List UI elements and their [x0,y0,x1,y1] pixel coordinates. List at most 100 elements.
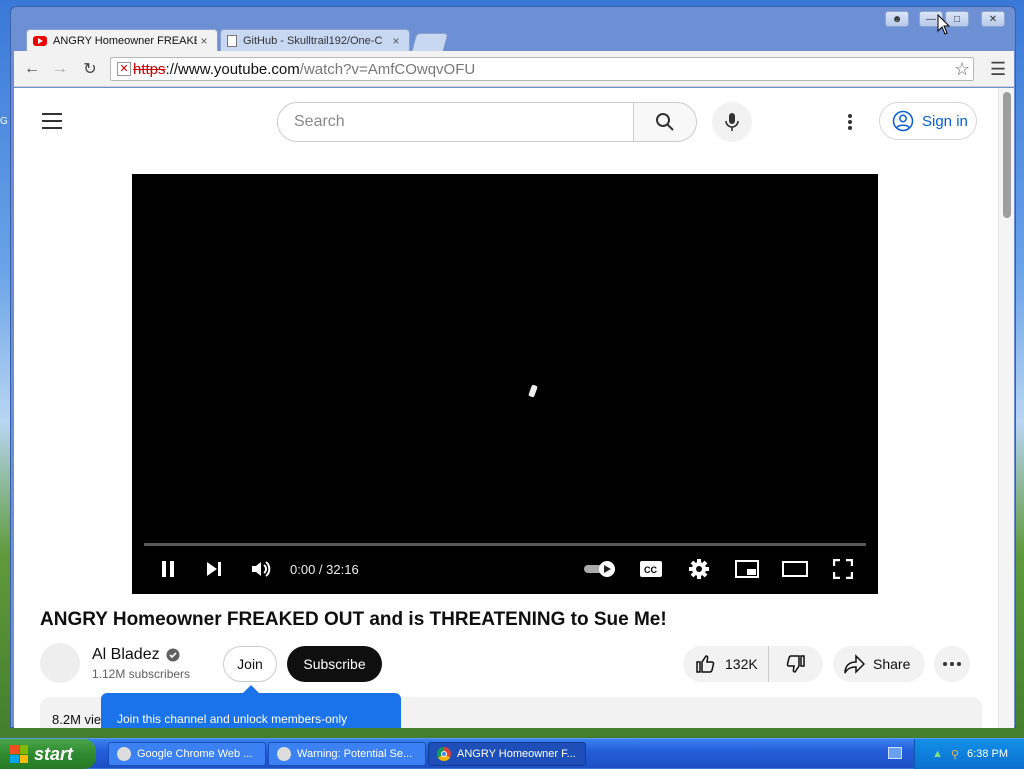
svg-text:CC: CC [644,565,657,575]
browser-toolbar: ← → ↻ ✕ https://www.youtube.com/watch?v=… [14,51,1014,87]
channel-name: Al Bladez [92,646,160,663]
like-button[interactable]: 132K [683,646,769,682]
taskbar-item-label: ANGRY Homeowner F... [457,748,576,760]
app-icon [277,747,291,761]
network-icon[interactable]: ▲ [932,748,943,760]
pause-icon [162,561,174,577]
chrome-icon [437,747,451,761]
pause-button[interactable] [156,556,180,582]
forward-icon[interactable]: → [50,59,70,79]
view-count: 8.2M vie [52,712,102,727]
taskbar-item-youtube[interactable]: ANGRY Homeowner F... [428,742,586,766]
fullscreen-icon [833,559,853,579]
taskbar-item-warning[interactable]: Warning: Potential Se... [268,742,426,766]
youtube-page: Search Sign in 0:00 / 32:16 CC ANGRY Hom… [14,88,998,728]
settings-menu-icon[interactable] [840,110,860,134]
share-button[interactable]: Share [833,646,925,682]
volume-icon [252,561,271,577]
thumbs-up-icon [696,655,715,673]
windows-logo-icon [10,745,28,763]
sign-in-label: Sign in [922,112,968,130]
autoplay-icon [584,561,615,577]
channel-name-row[interactable]: Al Bladez [92,646,180,664]
tab-close-icon[interactable]: × [389,34,403,48]
tab-close-icon[interactable]: × [197,34,211,48]
like-dislike-group: 132K [683,646,823,682]
share-icon [844,654,865,674]
thumbs-down-icon [786,655,805,673]
join-button[interactable]: Join [223,646,277,682]
page-scrollbar[interactable] [998,88,1014,728]
new-tab-button[interactable] [411,33,449,51]
fullscreen-button[interactable] [830,556,856,582]
keyboard-icon[interactable] [888,747,902,759]
search-icon [656,113,674,131]
taskbar-item-label: Warning: Potential Se... [297,748,413,760]
captions-icon: CC [640,561,662,577]
tab-title: GitHub - Skulltrail192/One-C [243,34,383,47]
microphone-icon [725,113,739,131]
captions-button[interactable]: CC [638,556,664,582]
tooltip-text: Join this channel and unlock members-onl… [117,712,348,726]
address-bar[interactable]: ✕ https://www.youtube.com/watch?v=AmfCOw… [110,57,974,81]
browser-menu-icon[interactable]: ☰ [990,59,1006,80]
autoplay-toggle[interactable] [582,556,618,582]
channel-avatar[interactable] [40,643,80,683]
tab-youtube[interactable]: ANGRY Homeowner FREAKED × [26,29,218,51]
close-icon[interactable]: ✕ [981,11,1005,27]
share-label: Share [873,656,911,672]
guide-menu-icon[interactable] [42,113,62,129]
theater-mode-button[interactable] [782,556,808,582]
account-icon [892,110,914,132]
url-scheme: https [133,60,166,78]
scrollbar-thumb[interactable] [1003,92,1011,218]
gear-icon [689,559,709,579]
miniplayer-icon [735,560,759,578]
start-button[interactable]: start [0,739,96,769]
video-player[interactable]: 0:00 / 32:16 CC [132,174,878,594]
mouse-cursor-icon [937,14,951,35]
join-tooltip: Join this channel and unlock members-onl… [101,685,401,728]
next-icon [207,562,221,576]
more-actions-icon[interactable] [934,646,970,682]
dislike-button[interactable] [769,654,823,674]
bookmark-star-icon[interactable]: ☆ [954,59,970,80]
subscribe-button[interactable]: Subscribe [287,646,382,682]
verified-badge-icon [166,648,180,662]
start-label: start [34,743,74,764]
clock[interactable]: 6:38 PM [967,748,1008,760]
system-tray: ▲ ⚲ 6:38 PM [914,739,1024,769]
search-input[interactable]: Search [277,102,634,142]
url-host: ://www.youtube.com [165,60,300,78]
time-display: 0:00 / 32:16 [290,562,359,577]
loading-spinner [528,384,538,398]
sign-in-button[interactable]: Sign in [879,102,977,140]
reload-icon[interactable]: ↻ [80,59,100,79]
subscriber-count: 1.12M subscribers [92,667,191,681]
search-button[interactable] [633,102,697,142]
volume-button[interactable] [248,556,274,582]
page-favicon-icon [227,34,237,47]
like-count: 132K [725,656,758,672]
profile-icon[interactable]: ☻ [885,11,909,27]
taskbar-item-chrome-web[interactable]: Google Chrome Web ... [108,742,266,766]
next-button[interactable] [202,556,226,582]
taskbar: start Google Chrome Web ... Warning: Pot… [0,738,1024,769]
progress-bar[interactable] [144,543,866,546]
tab-github[interactable]: GitHub - Skulltrail192/One-C × [220,29,410,51]
video-title: ANGRY Homeowner FREAKED OUT and is THREA… [40,609,667,630]
theater-icon [782,561,808,577]
search-tray-icon[interactable]: ⚲ [951,748,959,761]
miniplayer-button[interactable] [734,556,760,582]
app-icon [117,747,131,761]
insecure-lock-icon: ✕ [117,62,131,76]
taskbar-item-label: Google Chrome Web ... [137,748,253,760]
voice-search-button[interactable] [712,102,752,142]
url-path: /watch?v=AmfCOwqvOFU [299,60,476,78]
youtube-favicon-icon [33,35,47,46]
back-icon[interactable]: ← [22,59,42,79]
browser-window: ANGRY Homeowner FREAKED × GitHub - Skull… [10,6,1016,728]
settings-button[interactable] [686,556,712,582]
